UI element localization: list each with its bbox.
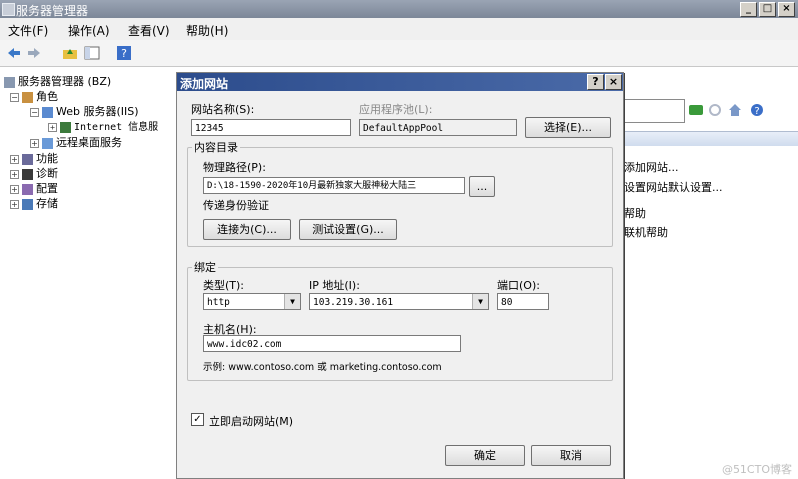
back-icon[interactable] [6, 45, 22, 61]
test-settings-button[interactable]: 测试设置(G)... [299, 219, 397, 240]
search-box-fragment[interactable] [622, 99, 685, 123]
collapse-icon[interactable]: − [30, 107, 39, 117]
binding-title: 绑定 [192, 259, 218, 275]
show-hide-tree-icon[interactable] [84, 45, 100, 61]
tree-item-remote-desktop[interactable]: + 远程桌面服务 [30, 134, 122, 150]
content-directory-title: 内容目录 [192, 139, 240, 155]
forward-icon[interactable] [26, 45, 42, 61]
ip-address-label: IP 地址(I): [309, 279, 360, 292]
features-icon [22, 153, 33, 165]
help-icon[interactable]: ? [116, 45, 132, 61]
actions-pane: ? 添加网站... 设置网站默认设置... 帮助 联机帮助 [622, 67, 798, 479]
app-pool-label: 应用程序池(L): [359, 103, 433, 116]
server-icon [4, 76, 15, 88]
start-site-checkbox[interactable]: ✓ [191, 413, 204, 426]
tree-item-diagnostics[interactable]: + 诊断 [10, 165, 58, 181]
ok-button[interactable]: 确定 [445, 445, 525, 466]
close-button[interactable]: × [778, 2, 795, 17]
up-folder-icon[interactable] [62, 45, 78, 61]
dialog-title-bar: 添加网站 ? × [177, 73, 623, 91]
tree-item-configuration[interactable]: + 配置 [10, 180, 58, 196]
menu-help[interactable]: 帮助(H) [186, 22, 228, 39]
action-online-help[interactable]: 联机帮助 [624, 224, 668, 240]
remote-desktop-icon [42, 137, 53, 149]
svg-text:?: ? [121, 47, 127, 60]
minimize-button[interactable]: _ [740, 2, 757, 17]
tree-item-roles[interactable]: − 角色 [10, 88, 58, 104]
type-label: 类型(T): [203, 279, 245, 292]
dialog-help-button[interactable]: ? [587, 74, 604, 90]
configuration-icon [22, 183, 33, 195]
menu-file[interactable]: 文件(F) [8, 22, 48, 39]
dialog-title: 添加网站 [180, 77, 229, 91]
hostname-input[interactable]: www.idc02.com [203, 335, 461, 352]
chevron-down-icon[interactable]: ▼ [284, 294, 300, 309]
toolbar: ? [0, 40, 798, 67]
action-add-website[interactable]: 添加网站... [624, 159, 679, 175]
roles-icon [22, 91, 33, 103]
maximize-button[interactable]: □ [759, 2, 776, 17]
hostname-example: 示例: www.contoso.com 或 marketing.contoso.… [203, 362, 442, 373]
expand-icon[interactable]: + [10, 154, 19, 164]
select-app-pool-button[interactable]: 选择(E)... [525, 117, 611, 138]
site-name-input[interactable]: 12345 [191, 119, 351, 136]
type-select-value: http [207, 297, 230, 308]
toolbar-icons-right: ? [688, 103, 792, 119]
collapse-icon[interactable]: − [10, 92, 19, 102]
svg-text:?: ? [754, 106, 759, 117]
server-manager-icon [2, 3, 15, 16]
browse-button[interactable]: ... [469, 176, 495, 197]
refresh-icon[interactable] [708, 103, 722, 117]
expand-icon[interactable]: + [48, 122, 57, 132]
expand-icon[interactable]: + [10, 169, 19, 179]
chevron-down-icon[interactable]: ▼ [472, 294, 488, 309]
web-server-icon [42, 106, 53, 118]
start-site-label: 立即启动网站(M) [209, 415, 294, 428]
tree-item-features[interactable]: + 功能 [10, 150, 58, 166]
action-help[interactable]: 帮助 [624, 205, 646, 221]
diagnostics-icon [22, 168, 33, 180]
physical-path-label: 物理路径(P): [203, 161, 266, 174]
app-pool-field: DefaultAppPool [359, 119, 517, 136]
physical-path-input[interactable]: D:\18-1590-2020年10月最新独家大服神秘大陆三 [203, 177, 465, 194]
port-label: 端口(O): [497, 279, 540, 292]
expand-icon[interactable]: + [30, 138, 39, 148]
actions-header [622, 131, 798, 146]
expand-icon[interactable]: + [10, 184, 19, 194]
connect-as-button[interactable]: 连接为(C)... [203, 219, 291, 240]
menu-action[interactable]: 操作(A) [68, 22, 110, 39]
site-name-label: 网站名称(S): [191, 103, 255, 116]
watermark: @51CTO博客 [721, 463, 792, 476]
cancel-button[interactable]: 取消 [531, 445, 611, 466]
tree-item-iis-manager[interactable]: + Internet 信息服 [48, 118, 158, 133]
help-dropdown-icon[interactable]: ? [750, 103, 766, 117]
home-icon[interactable] [728, 103, 742, 117]
navigation-tree: 服务器管理器 (BZ) − 角色 − Web 服务器(IIS) + Internet … [0, 67, 176, 479]
dialog-close-button[interactable]: × [605, 74, 622, 90]
add-website-dialog: 添加网站 ? × 网站名称(S): 12345 应用程序池(L): Defaul… [176, 72, 624, 479]
ip-address-value: 103.219.30.161 [313, 297, 394, 308]
type-select[interactable]: http ▼ [203, 293, 301, 310]
iis-icon [60, 121, 71, 133]
go-icon[interactable] [688, 103, 704, 117]
passthrough-auth-label: 传递身份验证 [203, 199, 269, 212]
tree-item-root[interactable]: 服务器管理器 (BZ) [4, 73, 111, 89]
tree-item-web-server[interactable]: − Web 服务器(IIS) [30, 103, 139, 119]
main-title-bar: 服务器管理器 _ □ × [0, 0, 798, 18]
tree-item-storage[interactable]: + 存储 [10, 195, 58, 211]
menu-bar: 文件(F) 操作(A) 查看(V) 帮助(H) [0, 18, 798, 40]
port-input[interactable]: 80 [497, 293, 549, 310]
storage-icon [22, 198, 33, 210]
window-title: 服务器管理器 [16, 4, 89, 18]
action-set-defaults[interactable]: 设置网站默认设置... [624, 179, 723, 195]
menu-view[interactable]: 查看(V) [128, 22, 170, 39]
expand-icon[interactable]: + [10, 199, 19, 209]
ip-address-select[interactable]: 103.219.30.161 ▼ [309, 293, 489, 310]
